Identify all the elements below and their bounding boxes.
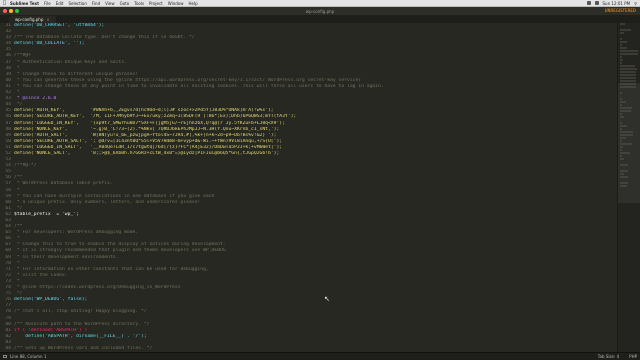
cursor-position: Line 88, Column 1 bbox=[10, 354, 47, 359]
minimap-line bbox=[620, 74, 636, 76]
menu-clock[interactable]: Sun 12:01 PM bbox=[603, 1, 631, 6]
minimap-line bbox=[620, 140, 622, 142]
minimap-line bbox=[620, 125, 628, 127]
minimap-line bbox=[620, 62, 622, 64]
wifi-icon[interactable] bbox=[586, 1, 591, 5]
title-bar: wp-config.php UNREGISTERED bbox=[0, 7, 640, 15]
minimap-line bbox=[620, 152, 630, 154]
minimap-line bbox=[620, 185, 627, 187]
status-bar: Line 88, Column 1 Tab Size: 4 PHP bbox=[0, 352, 640, 360]
tab-bar: wp-config.php × bbox=[0, 15, 640, 23]
minimap-line bbox=[620, 107, 632, 109]
minimap-line bbox=[620, 101, 626, 103]
minimap-line bbox=[620, 83, 636, 85]
menu-item-edit[interactable]: Edit bbox=[56, 1, 64, 6]
minimap-line bbox=[620, 32, 625, 34]
tab-label: wp-config.php bbox=[15, 17, 44, 22]
menu-item-selection[interactable]: Selection bbox=[68, 1, 86, 6]
minimap-line bbox=[620, 47, 628, 49]
search-icon[interactable]: ⚲ bbox=[634, 1, 637, 6]
menu-item-window[interactable]: Window bbox=[168, 1, 184, 6]
menu-item-file[interactable]: File bbox=[44, 1, 51, 6]
minimap-line bbox=[620, 44, 622, 46]
minimap-line bbox=[620, 134, 633, 136]
minimap-line bbox=[620, 86, 636, 88]
unregistered-badge: UNREGISTERED bbox=[604, 8, 636, 13]
minimap-line bbox=[620, 59, 623, 61]
tab-size-selector[interactable]: Tab Size: 4 bbox=[598, 354, 619, 359]
minimap-line bbox=[620, 110, 631, 112]
minimap-line bbox=[620, 50, 638, 52]
minimap-line bbox=[620, 80, 636, 82]
minimap-line bbox=[620, 146, 624, 148]
menu-item-goto[interactable]: Goto bbox=[120, 1, 130, 6]
minimap[interactable] bbox=[617, 23, 640, 352]
minimap-line bbox=[620, 155, 622, 157]
menu-bar-tray: Sun 12:01 PM ⚲ bbox=[586, 1, 637, 6]
minimap-line bbox=[620, 71, 636, 73]
editor[interactable]: 31 32 33 34 35 36 37 38 39 40 41 42 43 44 45 46 47 48 49 50… bbox=[0, 23, 640, 360]
minimap-line bbox=[620, 128, 622, 130]
code-area[interactable]: define('DB_CHARSET', 'utf8mb4');/** The … bbox=[14, 23, 616, 357]
minimap-line bbox=[620, 65, 636, 67]
minimap-line bbox=[620, 182, 629, 184]
line-number-gutter: 31 32 33 34 35 36 37 38 39 40 41 42 43 44 45 46 47 48 49 50… bbox=[0, 23, 13, 360]
syntax-selector[interactable]: PHP bbox=[629, 354, 637, 359]
minimap-line bbox=[620, 122, 622, 124]
minimap-line bbox=[620, 53, 638, 55]
menu-item-help[interactable]: Help bbox=[189, 1, 198, 6]
minimap-line bbox=[620, 41, 627, 43]
menu-bar:  Sublime Text File Edit Selection Find … bbox=[0, 0, 640, 7]
minimap-line bbox=[620, 158, 625, 160]
menu-item-find[interactable]: Find bbox=[92, 1, 100, 6]
menu-item-view[interactable]: View bbox=[105, 1, 115, 6]
menu-item-project[interactable]: Project bbox=[149, 1, 163, 6]
minimap-line bbox=[620, 104, 622, 106]
minimap-line bbox=[620, 173, 625, 175]
minimap-line bbox=[620, 116, 624, 118]
close-tab-icon[interactable]: × bbox=[46, 17, 49, 22]
minimap-line bbox=[620, 77, 636, 79]
minimap-line bbox=[620, 98, 622, 100]
minimap-line bbox=[620, 38, 622, 40]
menu-item-tools[interactable]: Tools bbox=[134, 1, 144, 6]
minimap-line bbox=[620, 137, 627, 139]
minimap-line bbox=[620, 149, 622, 151]
minimap-line bbox=[620, 143, 632, 145]
screen:  Sublime Text File Edit Selection Find … bbox=[0, 0, 640, 360]
minimap-line bbox=[620, 29, 631, 31]
minimap-line bbox=[620, 92, 622, 94]
minimap-line bbox=[620, 56, 622, 58]
minimap-line bbox=[620, 23, 626, 25]
minimap-line bbox=[620, 68, 637, 70]
minimap-line bbox=[620, 170, 628, 172]
console-icon[interactable] bbox=[3, 355, 7, 358]
window-title: wp-config.php bbox=[305, 8, 335, 14]
minimap-line bbox=[620, 131, 633, 133]
minimap-line bbox=[620, 113, 622, 115]
menu-app-name[interactable]: Sublime Text bbox=[10, 1, 39, 6]
tab-wp-config[interactable]: wp-config.php × bbox=[9, 16, 56, 23]
mouse-pointer-icon: ↖ bbox=[324, 295, 330, 303]
minimap-line bbox=[620, 176, 628, 178]
apple-icon[interactable]:  bbox=[3, 0, 6, 6]
battery-icon[interactable] bbox=[594, 1, 599, 5]
minimap-line bbox=[620, 164, 628, 166]
